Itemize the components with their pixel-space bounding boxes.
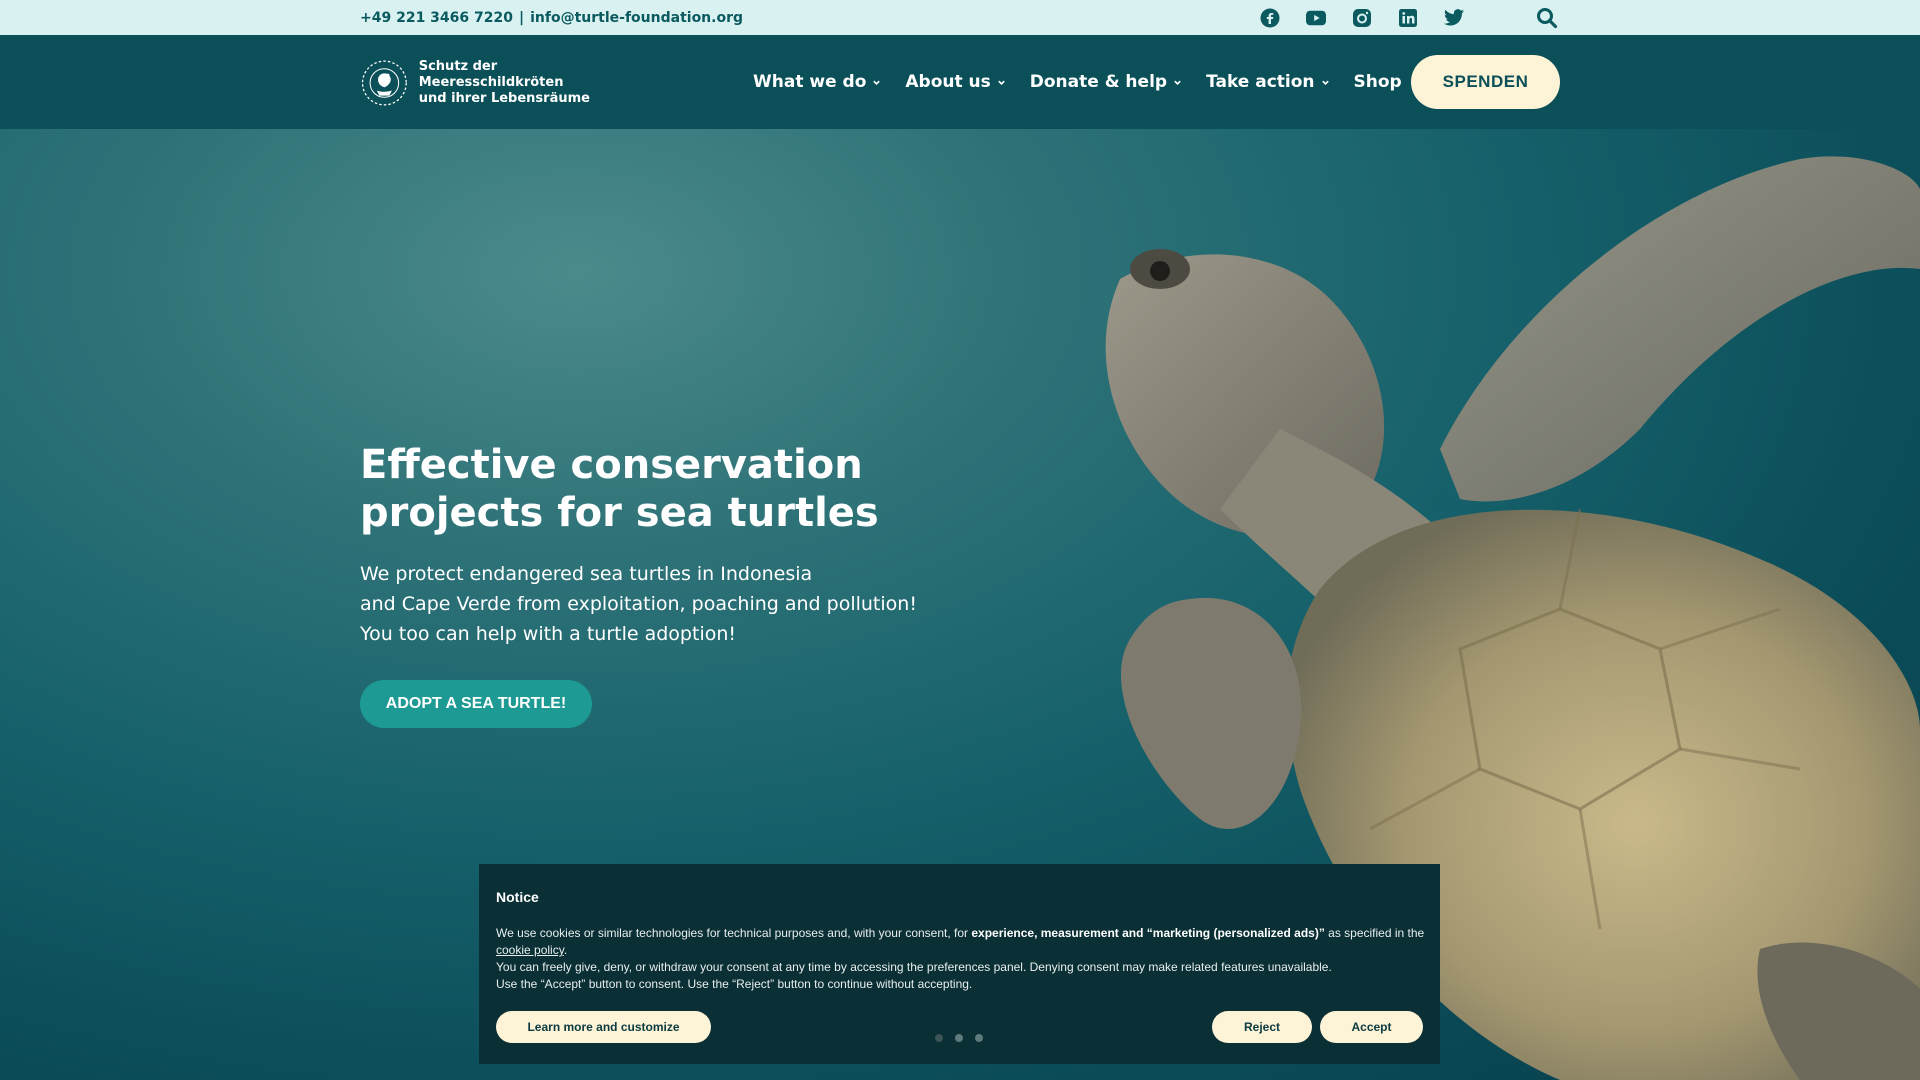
chevron-down-icon xyxy=(873,80,881,85)
logo-tagline-line-1: Schutz der Meeresschildkröten xyxy=(418,59,564,90)
hero-description-line-2: and Cape Verde from exploitation, poachi… xyxy=(360,593,917,615)
hero-description-line-1: We protect endangered sea turtles in Ind… xyxy=(360,563,813,585)
slider-dot[interactable] xyxy=(955,1034,963,1042)
email-link[interactable]: info@turtle-foundation.org xyxy=(530,10,743,26)
nav-item-label: Donate & help xyxy=(1029,72,1168,92)
phone-link[interactable]: +49 221 3466 7220 xyxy=(360,10,513,26)
notice-paragraph-2: You can freely give, deny, or withdraw y… xyxy=(496,960,1332,974)
notice-paragraph-1: We use cookies or similar technologies f… xyxy=(496,925,1426,959)
cookie-policy-link[interactable]: cookie policy xyxy=(496,943,564,957)
contact-separator: | xyxy=(519,9,525,26)
chevron-down-icon xyxy=(1321,80,1329,85)
notice-body: We use cookies or similar technologies f… xyxy=(496,925,1426,993)
accept-button[interactable]: Accept xyxy=(1320,1011,1423,1043)
hero-description: We protect endangered sea turtles in Ind… xyxy=(360,559,920,649)
nav-item-donate-help[interactable]: Donate & help xyxy=(1030,72,1182,92)
nav-item-take-action[interactable]: Take action xyxy=(1206,72,1329,92)
turtle-foundation-logo-mark xyxy=(361,60,407,106)
notice-text: . xyxy=(563,943,568,957)
reject-button[interactable]: Reject xyxy=(1212,1011,1312,1043)
hero-description-line-3: You too can help with a turtle adoption! xyxy=(360,623,737,645)
slider-dot[interactable] xyxy=(975,1034,983,1042)
logo-tagline: Schutz der Meeresschildkröten und ihrer … xyxy=(419,59,610,107)
main-nav: What we do About us Donate & help Take a… xyxy=(753,35,1511,129)
top-bar: +49 221 3466 7220 | info@turtle-foundati… xyxy=(0,0,1920,35)
facebook-icon[interactable] xyxy=(1260,8,1280,28)
main-header: Schutz der Meeresschildkröten und ihrer … xyxy=(0,35,1920,129)
logo-tagline-line-2: und ihrer Lebensräume xyxy=(418,91,590,106)
social-links xyxy=(1260,0,1464,35)
slider-pagination xyxy=(935,1034,983,1042)
slider-dot[interactable] xyxy=(935,1034,943,1042)
nav-item-label: Shop xyxy=(1353,72,1402,92)
learn-more-button[interactable]: Learn more and customize xyxy=(496,1011,711,1043)
instagram-icon[interactable] xyxy=(1352,8,1372,28)
notice-paragraph-3: Use the “Accept” button to consent. Use … xyxy=(496,977,973,991)
search-icon[interactable] xyxy=(1536,7,1558,29)
linkedin-icon[interactable] xyxy=(1398,8,1418,28)
notice-text: as specified in the xyxy=(1324,926,1425,940)
site-logo[interactable]: Schutz der Meeresschildkröten und ihrer … xyxy=(360,51,610,115)
nav-item-about-us[interactable]: About us xyxy=(905,72,1005,92)
contact-info: +49 221 3466 7220 | info@turtle-foundati… xyxy=(360,0,743,35)
donate-button[interactable]: SPENDEN xyxy=(1411,55,1560,109)
nav-item-what-we-do[interactable]: What we do xyxy=(753,72,881,92)
nav-item-label: What we do xyxy=(753,72,867,92)
nav-item-label: About us xyxy=(905,72,991,92)
chevron-down-icon xyxy=(997,80,1005,85)
adopt-turtle-button[interactable]: ADOPT A SEA TURTLE! xyxy=(360,680,592,728)
notice-emphasis: experience, measurement and “marketing (… xyxy=(971,926,1325,940)
nav-item-shop[interactable]: Shop xyxy=(1354,72,1402,92)
notice-title: Notice xyxy=(496,889,539,905)
nav-item-label: Take action xyxy=(1206,72,1315,92)
youtube-icon[interactable] xyxy=(1306,8,1326,28)
hero-title: Effective conservation projects for sea … xyxy=(360,442,879,536)
twitter-icon[interactable] xyxy=(1444,8,1464,28)
chevron-down-icon xyxy=(1174,80,1181,85)
notice-text: We use cookies or similar technologies f… xyxy=(496,926,972,940)
